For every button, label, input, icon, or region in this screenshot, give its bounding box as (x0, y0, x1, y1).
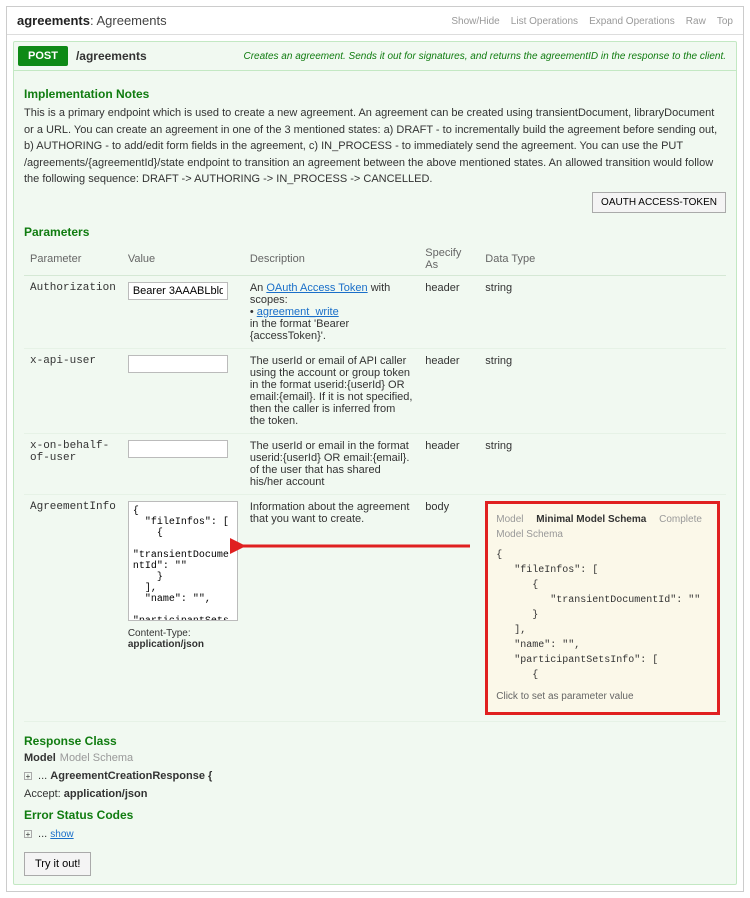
param-description: The userId or email in the format userid… (244, 433, 419, 494)
try-it-out-button[interactable]: Try it out! (24, 852, 91, 876)
x-on-behalf-of-user-input[interactable] (128, 440, 228, 458)
schema-preview: { "fileInfos": [ { "transientDocumentId"… (496, 548, 709, 683)
click-to-set-note: Click to set as parameter value (496, 689, 709, 704)
content-type: Content-Type: application/json (128, 628, 238, 650)
operation-body: Implementation Notes This is a primary e… (14, 71, 736, 884)
param-name: AgreementInfo (24, 494, 122, 721)
param-row-x-api-user: x-api-user The userId or email of API ca… (24, 348, 726, 433)
error-codes-title: Error Status Codes (24, 808, 726, 822)
param-type: string (479, 433, 726, 494)
param-row-agreement-info: AgreementInfo Content-Type: application/… (24, 494, 726, 721)
expand-icon[interactable]: + (24, 772, 32, 780)
col-description: Description (244, 243, 419, 276)
endpoint-path: /agreements (76, 49, 147, 63)
response-object: + ... AgreementCreationResponse { (24, 770, 726, 782)
param-name: x-on-behalf-of-user (24, 433, 122, 494)
panel-header: agreements: Agreements Show/Hide List Op… (7, 7, 743, 35)
operation-summary: Creates an agreement. Sends it out for s… (244, 51, 733, 62)
oauth-token-button[interactable]: OAUTH ACCESS-TOKEN (592, 192, 726, 213)
error-codes-row: + ... show (24, 828, 726, 840)
tab-model[interactable]: Model (496, 514, 523, 525)
method-badge: POST (18, 46, 68, 66)
col-parameter: Parameter (24, 243, 122, 276)
param-name: Authorization (24, 275, 122, 348)
col-specify-as: Specify As (419, 243, 479, 276)
param-name: x-api-user (24, 348, 122, 433)
implementation-notes-text: This is a primary endpoint which is used… (24, 105, 726, 188)
callout-arrow-icon (230, 536, 480, 556)
param-specify: header (419, 275, 479, 348)
oauth-access-token-link[interactable]: OAuth Access Token (266, 282, 367, 294)
resource-title: agreements: Agreements (17, 13, 167, 28)
param-specify: header (419, 433, 479, 494)
link-top[interactable]: Top (717, 16, 733, 27)
param-specify: header (419, 348, 479, 433)
param-specify: body (419, 494, 479, 721)
link-show-hide[interactable]: Show/Hide (451, 16, 499, 27)
operation-block: POST /agreements Creates an agreement. S… (13, 41, 737, 885)
response-section: Response Class ModelModel Schema + ... A… (24, 734, 726, 876)
parameters-title: Parameters (24, 225, 726, 239)
x-api-user-input[interactable] (128, 355, 228, 373)
param-description: The userId or email of API caller using … (244, 348, 419, 433)
param-type: string (479, 348, 726, 433)
response-class-title: Response Class (24, 734, 726, 748)
accept-header: Accept: application/json (24, 788, 726, 800)
param-type: string (479, 275, 726, 348)
param-row-x-on-behalf-of-user: x-on-behalf-of-user The userId or email … (24, 433, 726, 494)
parameters-table: Parameter Value Description Specify As D… (24, 243, 726, 722)
param-description: Information about the agreement that you… (250, 501, 410, 525)
link-list-operations[interactable]: List Operations (511, 16, 578, 27)
operation-bar[interactable]: POST /agreements Creates an agreement. S… (14, 42, 736, 71)
link-expand-operations[interactable]: Expand Operations (589, 16, 675, 27)
param-description: An OAuth Access Token with scopes: • agr… (244, 275, 419, 348)
tab-minimal-schema[interactable]: Minimal Model Schema (536, 514, 646, 525)
model-schema-callout[interactable]: Model Minimal Model Schema Complete Mode… (485, 501, 720, 715)
schema-tabs: Model Minimal Model Schema Complete Mode… (496, 512, 709, 542)
show-errors-link[interactable]: show (50, 829, 73, 840)
expand-icon[interactable]: + (24, 830, 32, 838)
link-raw[interactable]: Raw (686, 16, 706, 27)
header-links: Show/Hide List Operations Expand Operati… (443, 15, 733, 27)
param-row-authorization: Authorization An OAuth Access Token with… (24, 275, 726, 348)
agreement-info-textarea[interactable] (128, 501, 238, 621)
implementation-notes-title: Implementation Notes (24, 87, 726, 101)
api-panel: agreements: Agreements Show/Hide List Op… (6, 6, 744, 892)
model-toggle: ModelModel Schema (24, 752, 726, 764)
col-value: Value (122, 243, 244, 276)
col-data-type: Data Type (479, 243, 726, 276)
authorization-input[interactable] (128, 282, 228, 300)
scope-link[interactable]: agreement_write (257, 306, 339, 318)
